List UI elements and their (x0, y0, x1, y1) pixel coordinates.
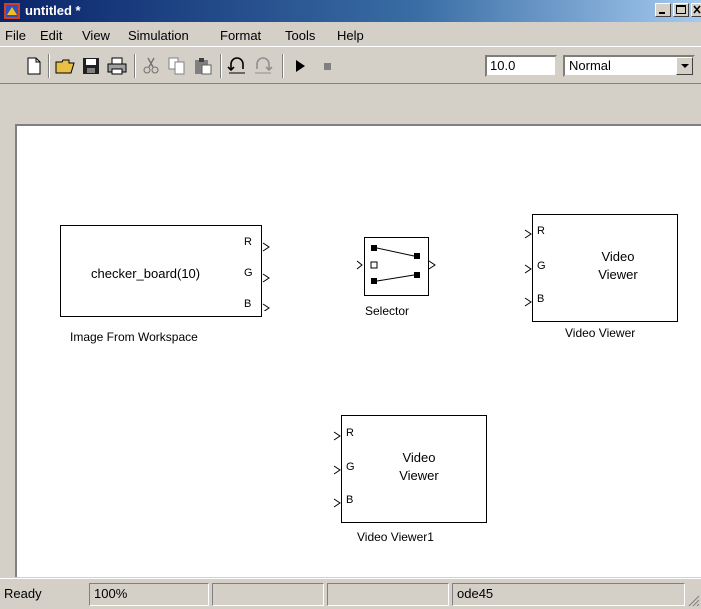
maximize-button[interactable] (673, 3, 689, 17)
window-title: untitled * (25, 3, 81, 18)
solver-panel: ode45 (452, 583, 685, 606)
input-port-r-label: R (346, 427, 354, 439)
toolbar-separator (48, 54, 50, 78)
copy-icon[interactable] (167, 57, 187, 75)
input-port-b-label: B (346, 494, 354, 506)
simulation-mode-select[interactable]: Normal (563, 55, 695, 77)
save-icon[interactable] (81, 57, 101, 75)
play-icon[interactable] (290, 57, 310, 75)
block-text-line1: Video (601, 249, 635, 264)
simulation-mode-value: Normal (569, 58, 611, 73)
input-port-g-label: G (346, 461, 355, 473)
block-expression: checker_board(10) (91, 266, 201, 281)
menu-simulation[interactable]: Simulation (128, 28, 189, 43)
video-viewer-label[interactable]: Video Viewer (565, 326, 635, 340)
toolbar-separator (220, 54, 222, 78)
dropdown-button[interactable] (676, 57, 693, 75)
menu-edit[interactable]: Edit (40, 28, 62, 43)
status-panel-empty (327, 583, 449, 606)
minimize-icon (659, 12, 665, 14)
menu-format[interactable]: Format (220, 28, 261, 43)
model-canvas[interactable]: checker_board(10) R G B Image From Works… (15, 124, 701, 577)
video-viewer-block[interactable]: R G B Video Viewer (532, 214, 678, 322)
close-button[interactable] (691, 3, 701, 17)
block-text-line2: Viewer (399, 468, 439, 483)
status-text: Ready (4, 586, 42, 601)
input-port-arrows[interactable] (523, 221, 533, 311)
chevron-down-icon (681, 64, 689, 68)
output-port-g-label: G (244, 267, 253, 279)
video-viewer1-block[interactable]: R G B Video Viewer (341, 415, 487, 523)
video-viewer1-label[interactable]: Video Viewer1 (357, 530, 434, 544)
zoom-panel: 100% (89, 583, 209, 606)
maximize-icon (676, 5, 686, 14)
menu-help[interactable]: Help (337, 28, 364, 43)
stop-icon[interactable] (318, 57, 338, 75)
menu-file[interactable]: File (5, 28, 26, 43)
output-port-arrows[interactable] (262, 231, 274, 311)
menu-bar: File Edit View Simulation Format Tools H… (0, 22, 701, 46)
toolbar: 10.0 Normal (0, 46, 701, 84)
status-bar: Ready 100% ode45 (0, 578, 701, 609)
block-text-line1: Video (402, 450, 436, 465)
toolbar-separator (134, 54, 136, 78)
output-port-r-label: R (244, 236, 252, 248)
title-bar[interactable]: untitled * (0, 0, 701, 22)
resize-grip-icon[interactable] (686, 593, 700, 607)
selector-block[interactable] (355, 234, 445, 300)
image-from-workspace-block[interactable]: checker_board(10) R G B (60, 225, 262, 317)
input-port-g-label: G (537, 260, 546, 272)
status-panel-empty (212, 583, 324, 606)
simulink-app-icon (4, 3, 20, 19)
new-icon[interactable] (24, 57, 44, 75)
block-text-line2: Viewer (598, 267, 638, 282)
input-port-arrows[interactable] (332, 422, 342, 512)
close-icon (693, 5, 701, 14)
toolbar-separator (282, 54, 284, 78)
menu-view[interactable]: View (82, 28, 110, 43)
input-port-b-label: B (537, 293, 545, 305)
undo-icon[interactable] (227, 57, 247, 75)
input-port-r-label: R (537, 225, 545, 237)
cut-icon[interactable] (141, 57, 161, 75)
selector-label[interactable]: Selector (365, 304, 409, 318)
minimize-button[interactable] (655, 3, 671, 17)
menu-tools[interactable]: Tools (285, 28, 315, 43)
redo-icon[interactable] (253, 57, 273, 75)
image-from-workspace-label[interactable]: Image From Workspace (70, 330, 198, 344)
paste-icon[interactable] (193, 57, 213, 75)
stop-time-input[interactable]: 10.0 (485, 55, 557, 77)
output-port-b-label: B (244, 298, 252, 310)
print-icon[interactable] (107, 57, 127, 75)
open-icon[interactable] (55, 57, 75, 75)
